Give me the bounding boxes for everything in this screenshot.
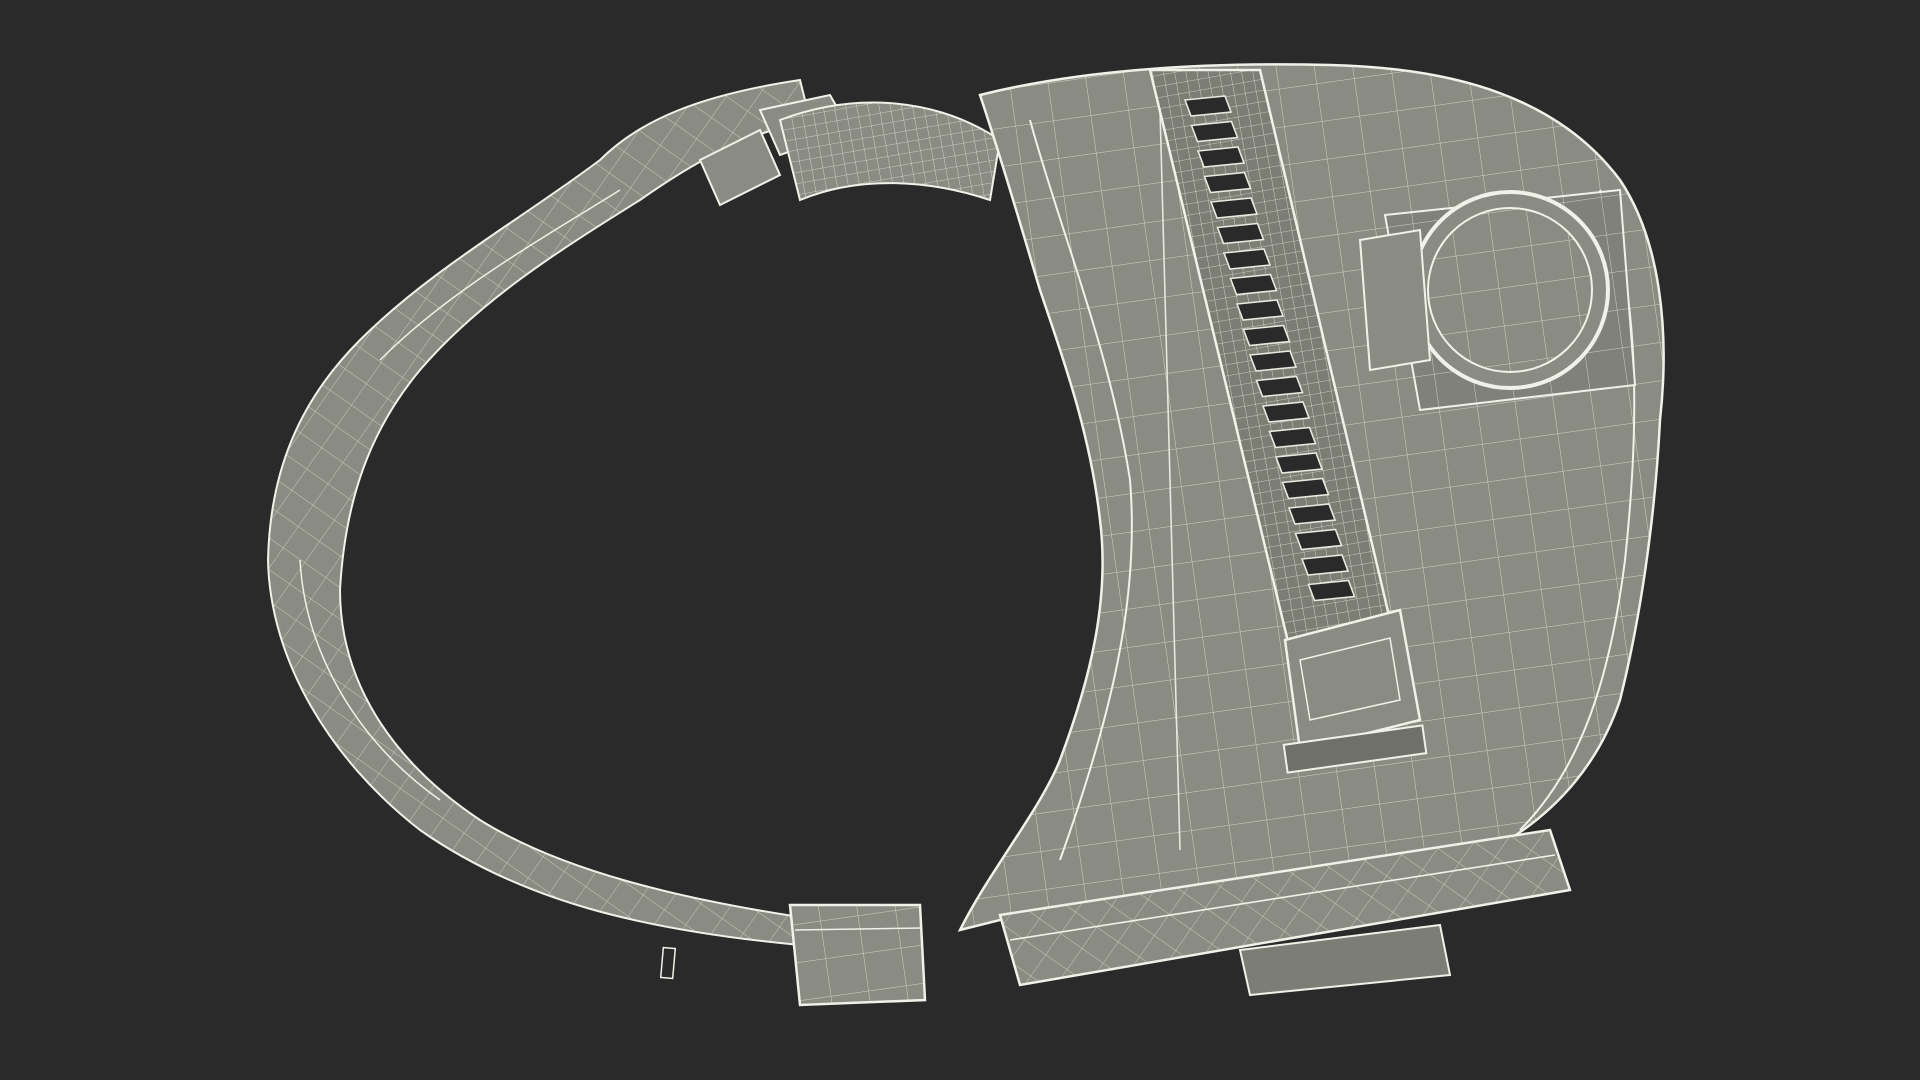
ladder-rung bbox=[1183, 95, 1233, 117]
belly-buckle bbox=[788, 903, 927, 1007]
ladder-rung bbox=[1274, 452, 1324, 474]
ladder-rung bbox=[1242, 324, 1291, 347]
strap-tag bbox=[659, 946, 677, 980]
ladder-rung bbox=[1261, 401, 1311, 423]
ladder-rung bbox=[1268, 426, 1317, 449]
ladder-rung bbox=[1203, 171, 1252, 194]
ladder-rung bbox=[1235, 299, 1285, 321]
ladder-rung bbox=[1300, 554, 1350, 576]
ladder-rung bbox=[1294, 528, 1343, 551]
render-viewport bbox=[0, 0, 1920, 1080]
ladder-rung bbox=[1222, 248, 1272, 270]
loop-strap bbox=[266, 78, 822, 947]
ladder-rung bbox=[1307, 579, 1356, 602]
wireframe-scene bbox=[266, 63, 1665, 1007]
ladder-rung bbox=[1248, 350, 1298, 372]
ladder-rung bbox=[1255, 375, 1304, 398]
ladder-rung bbox=[1190, 120, 1239, 143]
ladder-rung bbox=[1229, 273, 1278, 296]
ladder-rung bbox=[1287, 503, 1337, 525]
spine-slider-buckle bbox=[1282, 608, 1428, 774]
ladder-rung bbox=[1209, 197, 1259, 219]
ladder-rung bbox=[1216, 222, 1265, 245]
ladder-rung bbox=[1196, 146, 1246, 168]
ladder-rung bbox=[1281, 477, 1330, 500]
